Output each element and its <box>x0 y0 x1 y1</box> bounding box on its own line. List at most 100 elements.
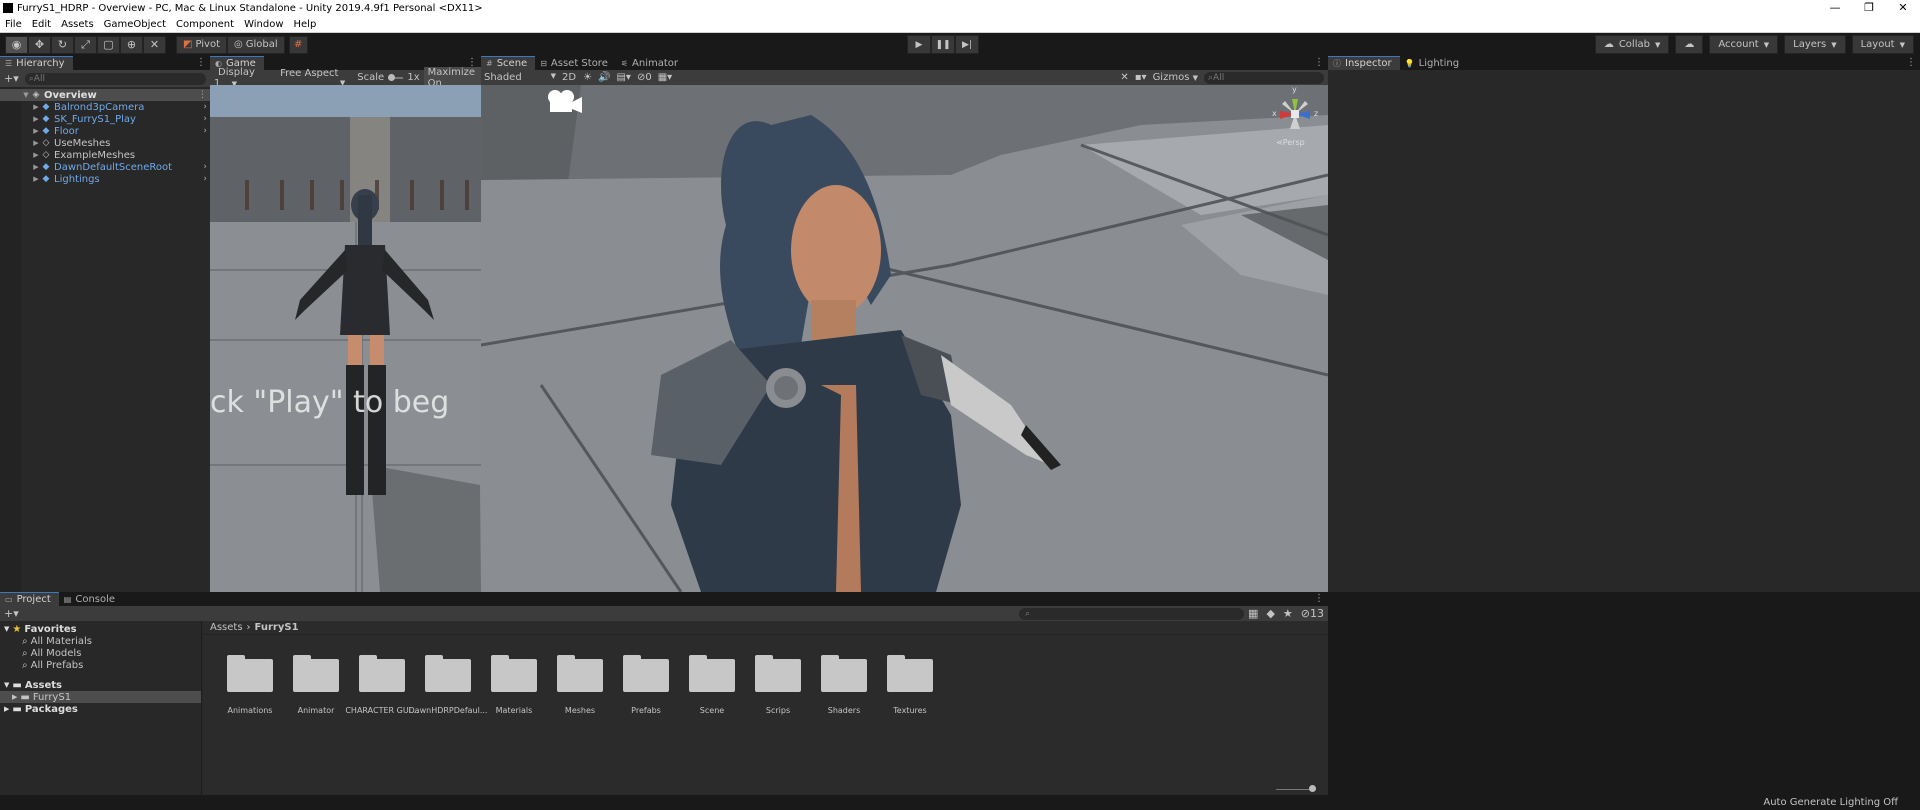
collab-dropdown[interactable]: ☁ Collab ▼ <box>1594 35 1670 54</box>
expand-arrow-icon[interactable]: ▶ <box>4 705 9 713</box>
folder-item[interactable]: Scene <box>679 651 745 715</box>
close-button[interactable]: ✕ <box>1886 0 1920 16</box>
expand-arrow-icon[interactable]: ▶ <box>12 693 17 701</box>
rotate-tool-button[interactable]: ↻ <box>51 35 74 54</box>
expand-arrow-icon[interactable]: ▶ <box>31 115 41 123</box>
expand-arrow-icon[interactable]: ▶ <box>31 151 41 159</box>
cloud-button[interactable]: ☁ <box>1675 35 1704 54</box>
tools-icon[interactable]: ✕ <box>1120 72 1128 83</box>
scale-slider[interactable] <box>388 73 404 81</box>
folder-item[interactable]: Textures <box>877 651 943 715</box>
play-button[interactable]: ▶ <box>907 35 931 54</box>
lighting-toggle-icon[interactable]: ☀ <box>580 72 595 83</box>
hidden-objects-toggle[interactable]: ⊘0 <box>634 72 655 83</box>
menu-component[interactable]: Component <box>171 19 239 30</box>
audio-toggle-icon[interactable]: 🔊 <box>595 72 613 83</box>
grid-toggle-icon[interactable]: ▦▾ <box>655 72 675 83</box>
folder-item[interactable]: Animations <box>217 651 283 715</box>
search-by-label-icon[interactable]: ◆ <box>1262 607 1278 620</box>
menu-window[interactable]: Window <box>239 19 288 30</box>
list-item[interactable]: ⌕ All Materials <box>0 635 201 647</box>
packages-header[interactable]: ▶ ▬ Packages <box>0 703 201 715</box>
list-item[interactable]: ▶ ◆ Balrond3pCamera › <box>0 101 210 113</box>
tab-hierarchy[interactable]: ☰ Hierarchy <box>0 56 73 70</box>
folder-item[interactable]: Meshes <box>547 651 613 715</box>
breadcrumb-assets[interactable]: Assets <box>210 622 243 633</box>
menu-file[interactable]: File <box>0 19 27 30</box>
list-item[interactable]: ▶ ◇ ExampleMeshes <box>0 149 210 161</box>
expand-arrow-icon[interactable]: ▶ <box>31 175 41 183</box>
scene-viewport[interactable]: y x z ⋖Persp <box>481 85 1328 592</box>
folder-item[interactable]: CHARACTER GUI... <box>345 651 419 715</box>
move-tool-button[interactable]: ✥ <box>28 35 51 54</box>
favorite-star-icon[interactable]: ★ <box>1279 607 1297 620</box>
hidden-packages-toggle[interactable]: ⊘13 <box>1297 607 1328 620</box>
scene-search-input[interactable]: ⌕ All <box>1204 71 1324 84</box>
chevron-right-icon[interactable]: › <box>203 102 207 112</box>
folder-item[interactable]: Scrips <box>745 651 811 715</box>
persp-label[interactable]: ⋖Persp <box>1276 138 1305 147</box>
project-search-input[interactable]: ⌕ <box>1019 607 1245 620</box>
camera-gizmo-icon[interactable] <box>545 88 585 114</box>
folder-item[interactable]: Shaders <box>811 651 877 715</box>
chevron-right-icon[interactable]: › <box>203 126 207 136</box>
list-item[interactable]: ⌕ All Prefabs <box>0 659 201 671</box>
chevron-right-icon[interactable]: › <box>203 174 207 184</box>
tab-console[interactable]: ▤ Console <box>59 592 123 606</box>
pivot-toggle[interactable]: ◩ Pivot <box>176 35 227 54</box>
search-by-type-icon[interactable]: ▦ <box>1244 607 1262 620</box>
list-item[interactable]: ▶ ◇ UseMeshes <box>0 137 210 149</box>
scale-tool-button[interactable]: ⤢ <box>74 35 97 54</box>
chevron-right-icon[interactable]: › <box>203 162 207 172</box>
step-button[interactable]: ▶| <box>955 35 979 54</box>
tab-animator[interactable]: ⚟ Animator <box>616 56 686 70</box>
tab-inspector[interactable]: ⓘ Inspector <box>1328 56 1400 70</box>
layout-dropdown[interactable]: Layout ▼ <box>1851 35 1914 54</box>
panel-menu-icon[interactable]: ⋮ <box>196 57 206 68</box>
expand-arrow-icon[interactable]: ▼ <box>21 91 31 99</box>
assets-header[interactable]: ▼ ▬ Assets <box>0 679 201 691</box>
folder-item[interactable]: Prefabs <box>613 651 679 715</box>
icon-size-slider[interactable] <box>1276 785 1316 793</box>
camera-settings-icon[interactable]: ▪▾ <box>1135 72 1147 83</box>
expand-arrow-icon[interactable]: ▶ <box>31 139 41 147</box>
tab-project[interactable]: ▭ Project <box>0 592 59 606</box>
lighting-status[interactable]: Auto Generate Lighting Off <box>1763 797 1898 808</box>
menu-gameobject[interactable]: GameObject <box>99 19 171 30</box>
rect-tool-button[interactable]: ▢ <box>97 35 120 54</box>
tab-scene[interactable]: # Scene <box>481 56 536 70</box>
menu-help[interactable]: Help <box>289 19 322 30</box>
tab-asset-store[interactable]: ⊟ Asset Store <box>535 56 616 70</box>
folder-item[interactable]: Animator <box>283 651 349 715</box>
menu-assets[interactable]: Assets <box>56 19 99 30</box>
layers-dropdown[interactable]: Layers ▼ <box>1784 35 1846 54</box>
chevron-right-icon[interactable]: › <box>203 114 207 124</box>
grid-snap-button[interactable]: # <box>288 35 308 54</box>
folder-item[interactable]: Materials <box>481 651 547 715</box>
breadcrumb-furrys1[interactable]: FurryS1 <box>255 622 299 633</box>
list-item[interactable]: ▶ ◆ DawnDefaultSceneRoot › <box>0 161 210 173</box>
expand-arrow-icon[interactable]: ▼ <box>4 681 9 689</box>
minimize-button[interactable]: — <box>1818 0 1852 16</box>
view-tool-button[interactable]: ◉ <box>5 35 28 54</box>
transform-tool-button[interactable]: ⊕ <box>120 35 143 54</box>
list-item[interactable]: ▶ ◆ Floor › <box>0 125 210 137</box>
expand-arrow-icon[interactable]: ▶ <box>31 127 41 135</box>
panel-menu-icon[interactable]: ⋮ <box>1314 593 1324 604</box>
maximize-button[interactable]: ❐ <box>1852 0 1886 16</box>
gizmos-dropdown[interactable]: Gizmos ▼ <box>1153 72 1198 83</box>
create-asset-button[interactable]: +▾ <box>0 607 19 620</box>
global-toggle[interactable]: ◎ Global <box>227 35 285 54</box>
panel-menu-icon[interactable]: ⋮ <box>1314 57 1324 68</box>
pause-button[interactable]: ❚❚ <box>931 35 955 54</box>
slider-thumb[interactable] <box>388 73 396 81</box>
create-button[interactable]: +▾ <box>4 72 19 85</box>
favorites-header[interactable]: ▼ ★ Favorites <box>0 623 201 635</box>
orientation-gizmo[interactable]: y x z ⋖Persp <box>1270 85 1320 149</box>
list-item[interactable]: ▶ ◆ SK_FurryS1_Play › <box>0 113 210 125</box>
list-item[interactable]: ▶ ◆ Lightings › <box>0 173 210 185</box>
effects-toggle-icon[interactable]: ▤▾ <box>613 72 633 83</box>
expand-arrow-icon[interactable]: ▶ <box>31 103 41 111</box>
list-item[interactable]: ▶ ▬ FurryS1 <box>0 691 201 703</box>
hierarchy-search-input[interactable]: ⌕ All <box>24 72 206 85</box>
